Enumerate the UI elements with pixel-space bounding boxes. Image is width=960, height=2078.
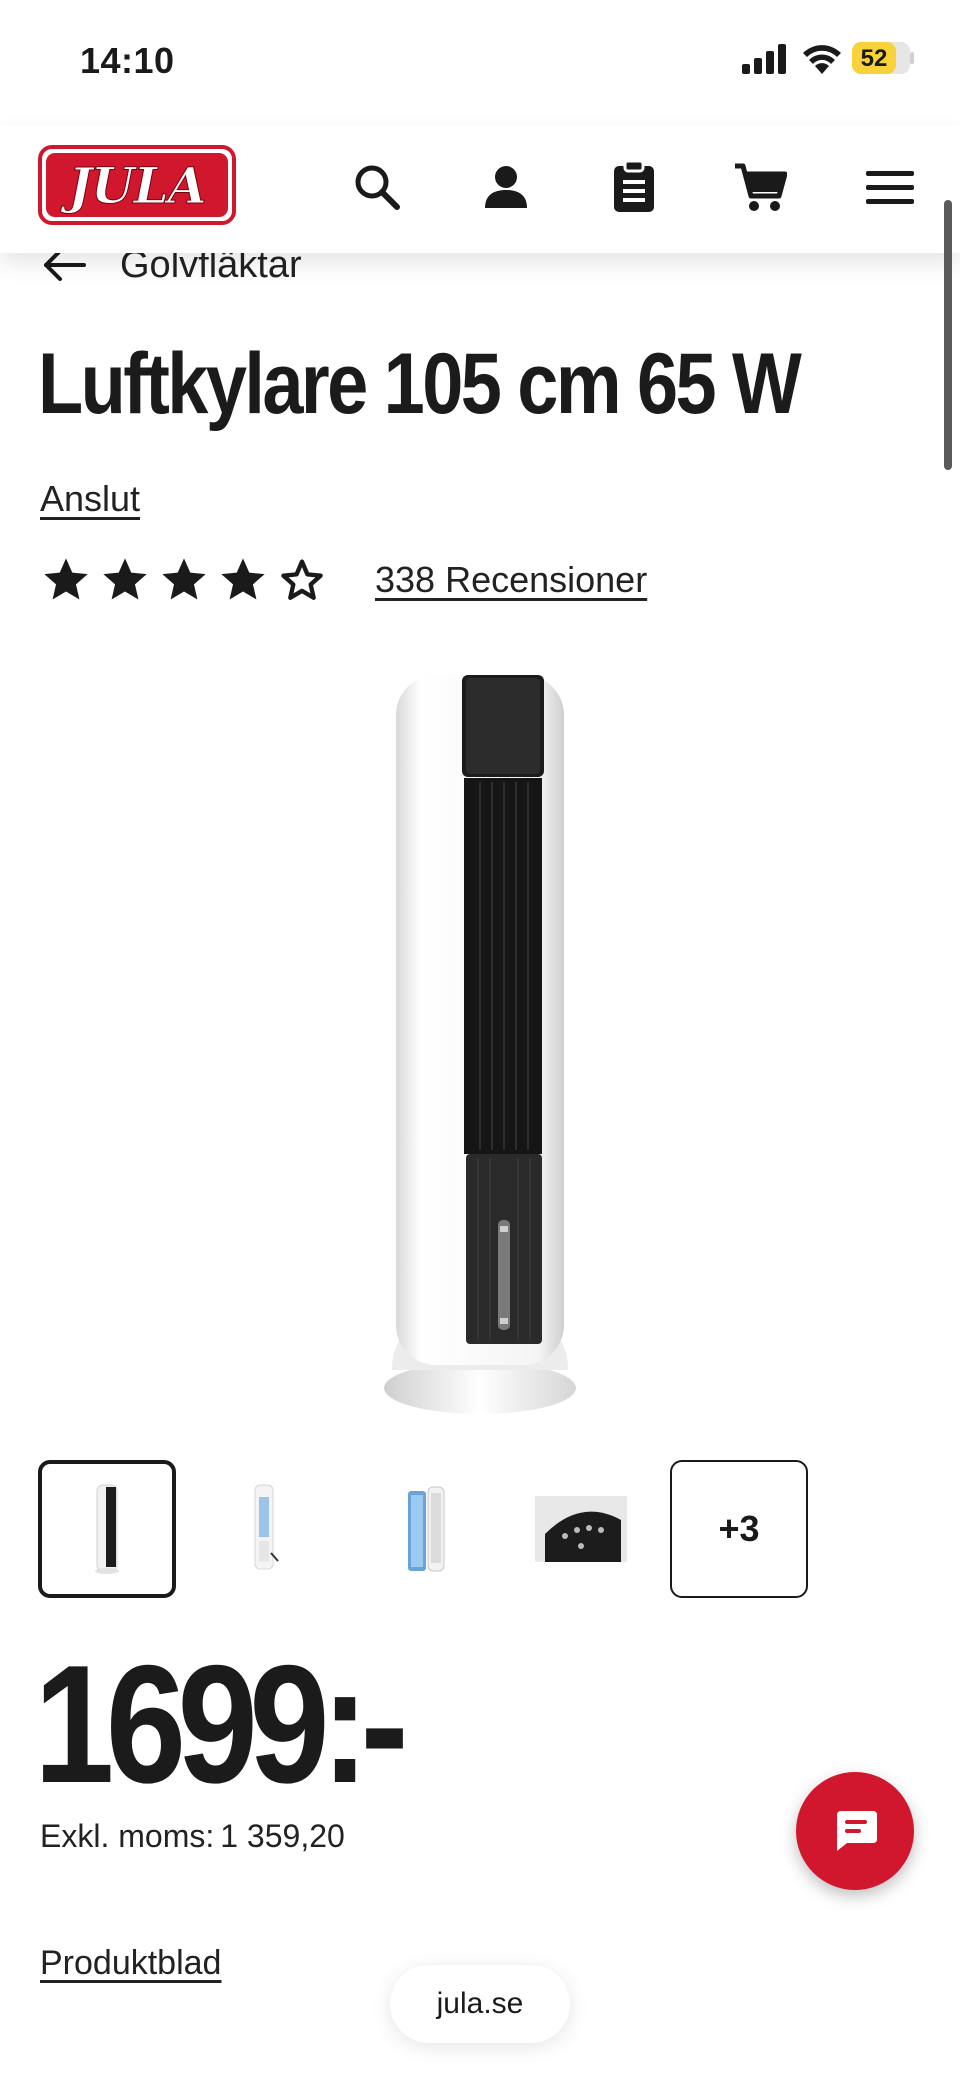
thumbnail-1[interactable]	[38, 1460, 176, 1598]
thumbnail-image	[254, 1484, 279, 1570]
thumbnail-image	[408, 1486, 445, 1572]
jula-logo[interactable]: JULA	[38, 145, 236, 225]
browser-url: jula.se	[436, 1987, 524, 2020]
star-filled-icon	[221, 558, 265, 600]
product-image[interactable]	[380, 670, 580, 1420]
site-header: JULA	[0, 125, 960, 253]
thumbnail-2[interactable]	[196, 1460, 334, 1598]
battery-level: 52	[860, 45, 888, 72]
battery-indicator: 52	[852, 42, 910, 74]
status-bar: 14:10 52	[0, 0, 960, 125]
excl-vat-value: 1 359,20	[220, 1818, 345, 1854]
cart-button[interactable]	[728, 155, 792, 219]
star-filled-icon	[162, 558, 206, 600]
product-title: Luftkylare 105 cm 65 W	[38, 336, 802, 432]
product-price: 1699:-	[34, 1630, 409, 1818]
reviews-link[interactable]: 338 Recensioner	[375, 559, 647, 601]
thumbnail-image	[535, 1496, 627, 1562]
excl-vat-label: Exkl. moms:	[40, 1818, 215, 1854]
shopping-list-icon	[614, 160, 654, 212]
chat-button[interactable]	[796, 1772, 914, 1890]
more-images-button[interactable]: +3	[670, 1460, 808, 1598]
datasheet-link[interactable]: Produktblad	[40, 1944, 221, 1983]
search-icon	[355, 165, 400, 210]
cart-icon	[735, 163, 787, 211]
star-outline-icon	[281, 559, 323, 600]
cellular-signal-icon	[742, 44, 786, 74]
browser-url-bar[interactable]: jula.se	[390, 1965, 570, 2043]
account-icon	[485, 166, 527, 208]
shopping-list-button[interactable]	[602, 155, 666, 219]
thumbnail-4[interactable]	[512, 1460, 650, 1598]
price-excl-vat: Exkl. moms: 1 359,20	[40, 1818, 345, 1855]
product-rating[interactable]: 338 Recensioner	[40, 552, 647, 608]
star-filled-icon	[44, 558, 88, 600]
logo-badge: JULA	[46, 153, 228, 217]
connect-link[interactable]: Anslut	[40, 478, 140, 520]
search-button[interactable]	[345, 155, 409, 219]
menu-button[interactable]	[858, 155, 922, 219]
account-button[interactable]	[474, 155, 538, 219]
thumbnail-3[interactable]	[354, 1460, 492, 1598]
star-filled-icon	[103, 558, 147, 600]
page-scrollbar[interactable]	[944, 200, 952, 470]
more-images-count: +3	[718, 1508, 760, 1549]
chat-icon	[837, 1811, 877, 1851]
battery-tip	[910, 52, 914, 64]
logo-text: JULA	[68, 155, 207, 215]
wifi-icon	[803, 45, 841, 74]
status-time: 14:10	[80, 40, 175, 81]
menu-icon	[866, 171, 914, 204]
thumbnail-image	[95, 1484, 119, 1574]
